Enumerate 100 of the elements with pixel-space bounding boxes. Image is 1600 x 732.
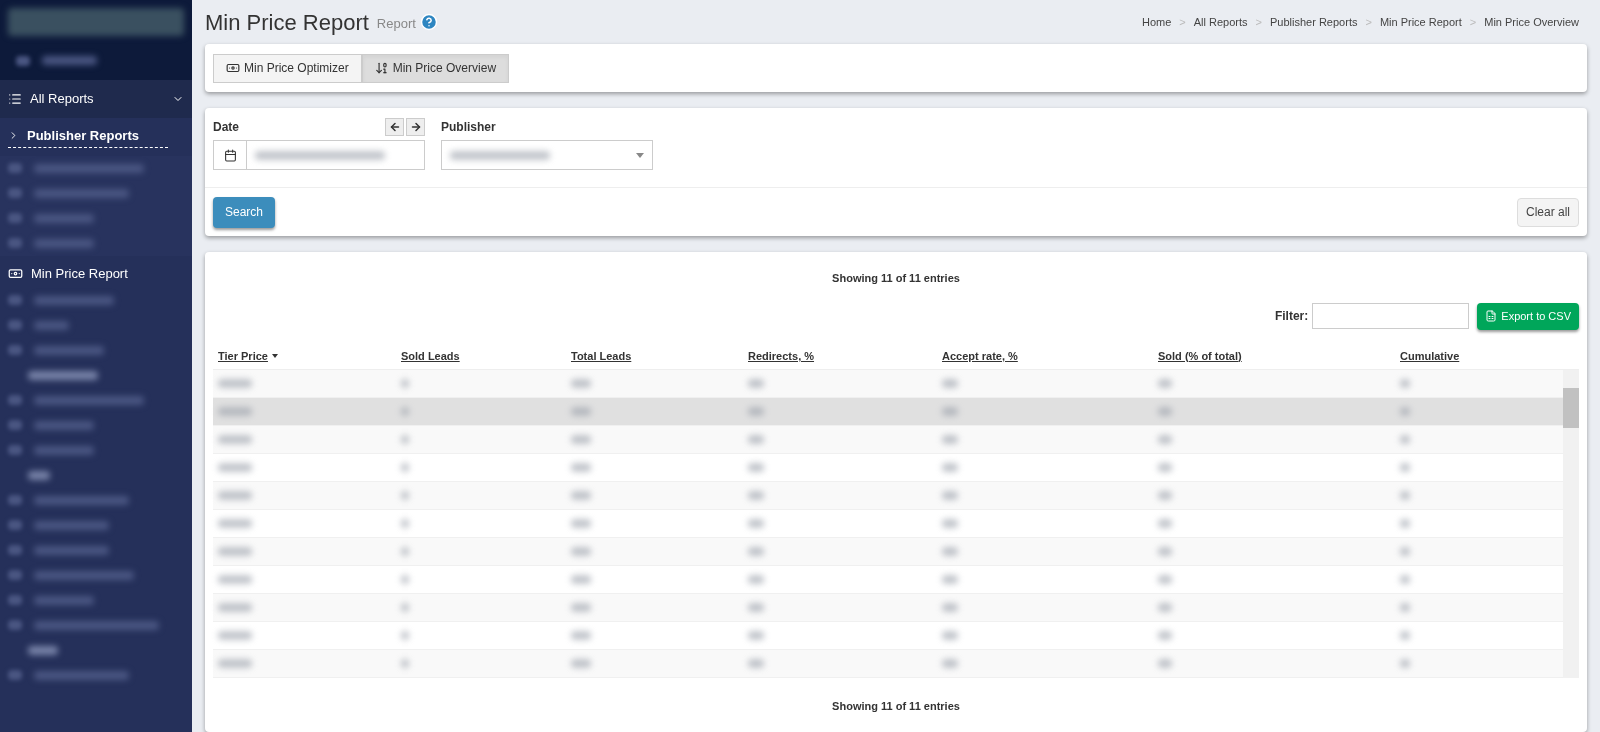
blurred-text [218, 518, 252, 528]
blurred-text [401, 378, 409, 388]
arrow-right-icon [409, 121, 422, 133]
blurred-text [401, 602, 409, 612]
blurred-text [34, 238, 94, 248]
blurred-text [401, 490, 409, 500]
scrollbar[interactable] [1563, 369, 1579, 678]
blurred-text [34, 345, 104, 355]
blurred-text [571, 546, 591, 556]
blurred-text [942, 406, 958, 416]
blurred-text [942, 574, 958, 584]
blurred-text [28, 470, 50, 480]
filter-input-field[interactable] [1312, 303, 1470, 329]
blurred-icon [8, 595, 22, 605]
list-icon [8, 92, 22, 106]
blurred-text [1158, 406, 1172, 416]
filter-label: Filter: [1274, 308, 1309, 325]
table-row[interactable] [213, 649, 1563, 678]
breadcrumb-link[interactable]: Min Price Overview [1484, 13, 1579, 31]
blurred-icon [8, 520, 22, 530]
column-header[interactable]: Sold Leads [401, 347, 460, 365]
next-button[interactable] [406, 118, 425, 136]
blurred-text [942, 630, 958, 640]
blurred-text [571, 434, 591, 444]
column-header[interactable]: Sold (% of total) [1158, 347, 1242, 365]
clear-all-button[interactable]: Clear all [1517, 197, 1579, 227]
blurred-icon [8, 570, 22, 580]
breadcrumb-link[interactable]: Min Price Report [1379, 13, 1462, 31]
table-row[interactable] [213, 425, 1563, 454]
column-header[interactable]: Total Leads [571, 347, 632, 365]
blurred-text [401, 630, 409, 640]
blurred-text [1400, 518, 1410, 528]
blurred-text [1400, 602, 1410, 612]
table-row[interactable] [213, 369, 1563, 398]
blurred-text [748, 630, 764, 640]
calendar-icon [223, 148, 237, 162]
blurred-text [218, 602, 252, 612]
blurred-text [942, 462, 958, 472]
help-icon[interactable] [419, 13, 438, 31]
blurred-text [218, 378, 252, 388]
blurred-text [34, 320, 69, 330]
breadcrumb-link[interactable]: All Reports [1193, 13, 1248, 31]
blurred-icon [8, 545, 22, 555]
sort-numeric-icon [374, 61, 389, 75]
breadcrumb-separator: > [1469, 14, 1477, 30]
blurred-text [1158, 602, 1172, 612]
blurred-text [218, 630, 252, 640]
blurred-text [942, 658, 958, 668]
previous-button[interactable] [385, 118, 404, 136]
column-header[interactable]: Redirects, % [748, 347, 815, 365]
tab[interactable]: Min Price Optimizer [213, 53, 362, 83]
blurred-text [571, 406, 591, 416]
blurred-text [34, 420, 94, 430]
table-row[interactable] [213, 481, 1563, 510]
sidebar-item[interactable]: Min Price Report [0, 259, 192, 288]
blurred-text [942, 518, 958, 528]
blurred-text [942, 602, 958, 612]
publisher-select[interactable] [441, 140, 653, 170]
blurred-text [1158, 462, 1172, 472]
blurred-text [28, 645, 58, 655]
table-row[interactable] [213, 397, 1563, 426]
column-header[interactable]: Cumulative [1400, 347, 1460, 365]
blurred-icon [8, 670, 22, 680]
blurred-text [1158, 546, 1172, 556]
blurred-text [748, 378, 764, 388]
blurred-text [942, 546, 958, 556]
blurred-text [401, 546, 409, 556]
blurred-text [571, 518, 591, 528]
sidebar-item[interactable]: All Reports [0, 80, 192, 118]
blurred-text [401, 518, 409, 528]
blurred-icon [16, 55, 30, 66]
blurred-icon [8, 163, 22, 173]
table-row[interactable] [213, 593, 1563, 622]
table-row[interactable] [213, 537, 1563, 566]
blurred-text [571, 574, 591, 584]
blurred-text [1400, 574, 1410, 584]
breadcrumb-link[interactable]: Home [1142, 13, 1172, 31]
blurred-text [218, 658, 252, 668]
blurred-text [571, 462, 591, 472]
blurred-text [1400, 490, 1410, 500]
blurred-icon [8, 295, 22, 305]
breadcrumb-link[interactable]: Publisher Reports [1270, 13, 1358, 31]
date-range-field[interactable] [213, 140, 425, 170]
sidebar-item[interactable]: Publisher Reports [8, 126, 168, 148]
blurred-text [401, 434, 409, 444]
blurred-text [571, 630, 591, 640]
column-header[interactable]: Accept rate, % [942, 347, 1018, 365]
search-button[interactable]: Search [213, 196, 276, 228]
column-header[interactable]: Tier Price [218, 347, 278, 365]
breadcrumb-separator: > [1179, 14, 1186, 30]
blurred-text [401, 574, 409, 584]
tab[interactable]: Min Price Overview [361, 53, 510, 83]
blurred-icon [8, 345, 22, 355]
blurred-text [1400, 378, 1410, 388]
blurred-text [218, 462, 252, 472]
blurred-text [1158, 518, 1172, 528]
blurred-text [218, 490, 252, 500]
blurred-icon [8, 213, 22, 223]
banknote-icon [8, 266, 23, 281]
blurred-text [748, 490, 764, 500]
